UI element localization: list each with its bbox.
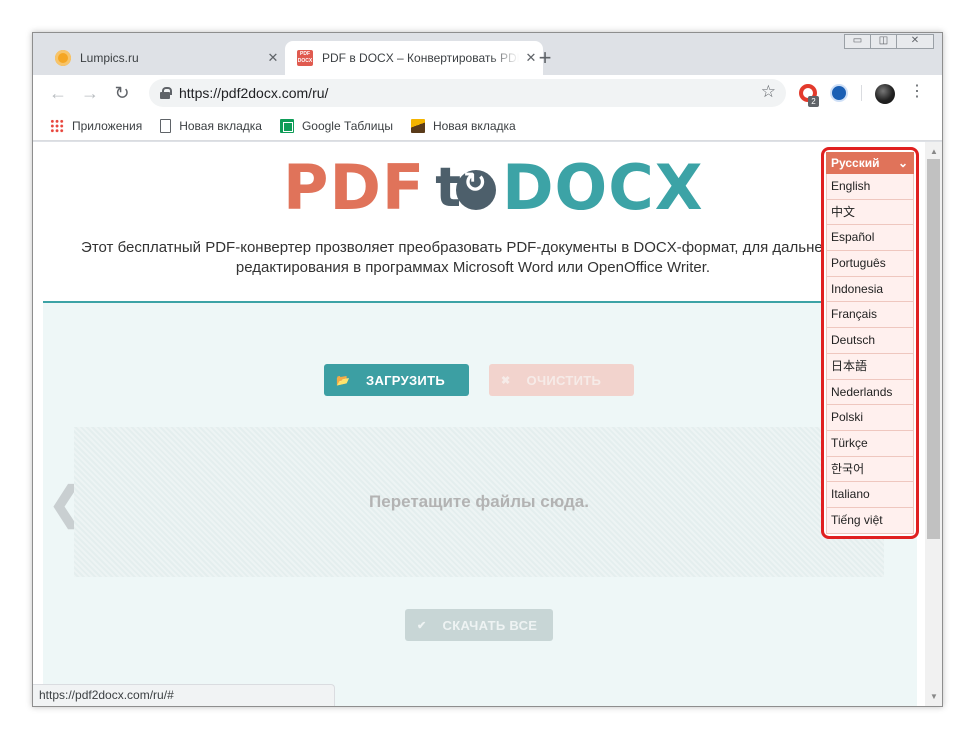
bookmark-label: Новая вкладка: [432, 118, 516, 133]
logo-pdf: PDF: [283, 150, 426, 224]
globe-extension-icon[interactable]: [830, 84, 848, 102]
language-option[interactable]: Tiếng việt: [826, 507, 914, 534]
profile-avatar[interactable]: [875, 84, 895, 104]
folder-open-icon: 📂: [336, 374, 350, 387]
page-viewport: PDF t DOCX Этот бесплатный PDF-конвертер…: [33, 142, 942, 706]
window-controls: ▭ ◫ ✕: [844, 34, 934, 49]
language-option[interactable]: Português: [826, 251, 914, 277]
language-selected[interactable]: Русский ⌄: [826, 152, 914, 174]
minimize-button[interactable]: ▭: [844, 34, 871, 49]
bookmark-label: Google Таблицы: [301, 118, 393, 133]
language-option[interactable]: Français: [826, 302, 914, 329]
dropzone-text: Перетащите файлы сюда.: [369, 492, 589, 511]
language-selected-label: Русский: [831, 156, 880, 170]
language-options: English 中文 Español Português Indonesia F…: [826, 174, 914, 534]
logo-docx: DOCX: [502, 150, 704, 224]
bookmark-star-icon[interactable]: ☆: [761, 82, 776, 102]
sheets-icon: [279, 118, 294, 133]
logo-to: t: [435, 156, 497, 219]
bookmark-new-tab-2[interactable]: Новая вкладка: [410, 118, 516, 133]
upload-button[interactable]: 📂 ЗАГРУЗИТЬ: [324, 364, 469, 396]
clear-button[interactable]: ✖ ОЧИСТИТЬ: [489, 364, 634, 396]
bookmark-apps[interactable]: Приложения: [50, 118, 143, 133]
language-option[interactable]: Türkçe: [826, 430, 914, 457]
file-dropzone[interactable]: Перетащите файлы сюда.: [74, 427, 884, 577]
bookmark-label: Новая вкладка: [179, 118, 262, 133]
language-option[interactable]: Polski: [826, 405, 914, 431]
scroll-up-icon[interactable]: ▲: [930, 147, 938, 156]
intro-text: Этот бесплатный PDF-конвертер прозволяет…: [81, 239, 865, 276]
download-all-label: СКАЧАТЬ ВСЕ: [442, 617, 538, 633]
close-window-button[interactable]: ✕: [896, 34, 934, 49]
language-option[interactable]: 日本語: [826, 353, 914, 380]
new-tab-button[interactable]: +: [533, 47, 557, 71]
checkmark-icon: ✔: [417, 619, 427, 632]
photo-icon: [410, 118, 425, 133]
language-option[interactable]: Italiano: [826, 482, 914, 508]
clear-x-icon: ✖: [501, 374, 511, 387]
vertical-scrollbar[interactable]: ▲ ▼: [925, 142, 942, 706]
clear-label: ОЧИСТИТЬ: [526, 372, 602, 388]
site-logo[interactable]: PDF t DOCX: [283, 151, 704, 224]
tab-strip: Lumpics.ru ✕ PDF DOCX PDF в DOCX – Конве…: [33, 33, 942, 75]
tab-pdf2docx[interactable]: PDF DOCX PDF в DOCX – Конвертировать PDF…: [285, 41, 543, 75]
scroll-down-icon[interactable]: ▼: [930, 692, 938, 701]
tab-close-icon[interactable]: ✕: [261, 50, 285, 66]
language-option[interactable]: Deutsch: [826, 328, 914, 354]
scrollbar-thumb[interactable]: [927, 159, 940, 539]
bookmark-google-sheets[interactable]: Google Таблицы: [279, 118, 393, 133]
apps-icon: [50, 118, 64, 133]
tab-title: PDF в DOCX – Конвертировать PDF в DOCX: [322, 51, 519, 65]
language-dropdown[interactable]: Русский ⌄ English 中文 Español Português I…: [821, 147, 919, 539]
forward-button[interactable]: →: [79, 83, 101, 105]
tab-lumpics[interactable]: Lumpics.ru ✕: [43, 41, 285, 75]
lumpics-favicon-icon: [55, 50, 71, 66]
language-option[interactable]: Español: [826, 225, 914, 252]
pdf-favicon-icon: PDF DOCX: [297, 50, 313, 66]
converter-panel: 📂 ЗАГРУЗИТЬ ✖ ОЧИСТИТЬ ❮ Перетащите файл…: [43, 301, 917, 706]
reload-button[interactable]: ↻: [111, 83, 133, 105]
bookmark-new-tab[interactable]: Новая вкладка: [160, 118, 262, 133]
upload-label: ЗАГРУЗИТЬ: [366, 372, 445, 388]
language-option[interactable]: 한국어: [826, 456, 914, 483]
bookmarks-bar: Приложения Новая вкладка Google Таблицы …: [33, 111, 942, 141]
convert-arrow-icon: [456, 166, 497, 210]
language-option[interactable]: English: [826, 174, 914, 200]
maximize-button[interactable]: ◫: [870, 34, 897, 49]
language-option[interactable]: Indonesia: [826, 276, 914, 303]
download-all-button[interactable]: ✔ СКАЧАТЬ ВСЕ: [405, 609, 553, 641]
page-icon: [160, 118, 172, 133]
toolbar-divider: [861, 85, 862, 101]
url-text[interactable]: https://pdf2docx.com/ru/: [179, 85, 328, 101]
browser-window: Lumpics.ru ✕ PDF DOCX PDF в DOCX – Конве…: [32, 32, 943, 707]
language-option[interactable]: 中文: [826, 199, 914, 226]
language-option[interactable]: Nederlands: [826, 379, 914, 406]
chevron-down-icon: ⌄: [897, 156, 908, 170]
tab-title: Lumpics.ru: [80, 51, 139, 65]
status-bar: https://pdf2docx.com/ru/#: [33, 684, 335, 706]
back-button[interactable]: ←: [47, 83, 69, 105]
bookmark-label: Приложения: [72, 118, 143, 133]
browser-toolbar: ← → ↻ https://pdf2docx.com/ru/ ☆ 2 ⋮: [33, 75, 942, 111]
browser-menu-icon[interactable]: ⋮: [909, 82, 925, 102]
lock-icon[interactable]: [160, 87, 172, 99]
extension-badge: 2: [808, 96, 819, 107]
address-bar[interactable]: https://pdf2docx.com/ru/ ☆: [149, 79, 786, 107]
